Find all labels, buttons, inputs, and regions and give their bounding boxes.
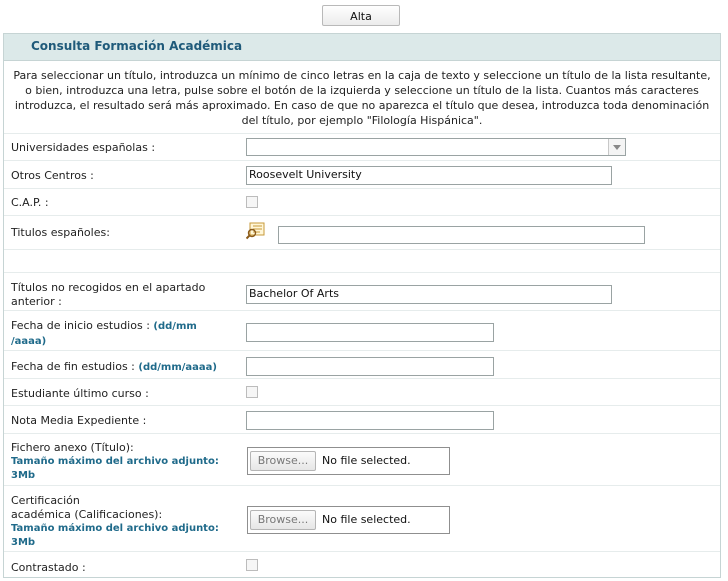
nota-media-input[interactable] [246, 411, 494, 430]
nota-media-label: Nota Media Expediente : [11, 414, 147, 427]
browse-button[interactable]: Browse... [250, 451, 316, 471]
contrastado-checkbox[interactable] [246, 559, 258, 571]
ultimo-curso-label: Estudiante último curso : [11, 387, 149, 400]
universidades-select[interactable] [246, 138, 626, 156]
fecha-inicio-input[interactable] [246, 323, 494, 342]
row-certificacion: Certificación académica (Calificaciones)… [4, 485, 720, 551]
row-fecha-inicio: Fecha de inicio estudios : (dd/mm /aaaa) [4, 310, 720, 350]
formacion-panel: Consulta Formación Académica Para selecc… [3, 33, 721, 578]
panel-title: Consulta Formación Académica [31, 39, 243, 53]
intro-text: Para seleccionar un título, introduzca u… [13, 69, 711, 127]
row-titulos-no-recogidos: Títulos no recogidos en el apartado ante… [4, 272, 720, 310]
row-ultimo-curso: Estudiante último curso : [4, 378, 720, 405]
chevron-down-icon[interactable] [608, 139, 625, 155]
search-list-icon[interactable] [245, 222, 266, 240]
row-titulos-espanoles: Titulos españoles: [4, 215, 720, 249]
cap-checkbox[interactable] [246, 196, 258, 208]
row-fecha-fin: Fecha de fin estudios : (dd/mm/aaaa) [4, 350, 720, 378]
row-nota-media: Nota Media Expediente : [4, 405, 720, 433]
fichero-titulo-label: Fichero anexo (Título): Tamaño máximo de… [11, 441, 219, 481]
titulos-espanoles-input[interactable] [278, 226, 645, 244]
ultimo-curso-checkbox[interactable] [246, 386, 258, 398]
file-status: No file selected. [322, 454, 411, 467]
otros-centros-label: Otros Centros : [11, 169, 94, 182]
file-status: No file selected. [322, 513, 411, 526]
fichero-titulo-file-input[interactable]: Browse... No file selected. [247, 447, 450, 475]
browse-button[interactable]: Browse... [250, 510, 316, 530]
otros-centros-input[interactable]: Roosevelt University [246, 166, 612, 185]
universidades-label: Universidades españolas : [11, 141, 156, 154]
row-contrastado: Contrastado : [4, 551, 720, 577]
top-toolbar: Alta [0, 0, 728, 32]
fecha-fin-input[interactable] [246, 357, 494, 376]
titulos-espanoles-label: Titulos españoles: [11, 226, 110, 239]
row-spacer [4, 249, 720, 272]
fecha-fin-label: Fecha de fin estudios : (dd/mm/aaaa) [11, 360, 217, 373]
contrastado-label: Contrastado : [11, 561, 86, 574]
certificacion-file-input[interactable]: Browse... No file selected. [247, 506, 450, 534]
alta-button[interactable]: Alta [322, 5, 400, 26]
row-universidades: Universidades españolas : [4, 133, 720, 160]
row-otros-centros: Otros Centros : Roosevelt University [4, 160, 720, 188]
row-fichero-titulo: Fichero anexo (Título): Tamaño máximo de… [4, 433, 720, 485]
row-cap: C.A.P. : [4, 188, 720, 215]
titulos-no-recogidos-input[interactable]: Bachelor Of Arts [246, 285, 612, 304]
fecha-inicio-label: Fecha de inicio estudios : (dd/mm /aaaa) [11, 319, 197, 347]
certificacion-label: Certificación académica (Calificaciones)… [11, 494, 219, 548]
cap-label: C.A.P. : [11, 196, 49, 209]
panel-header: Consulta Formación Académica [4, 34, 720, 61]
titulos-no-recogidos-label: Títulos no recogidos en el apartado ante… [11, 281, 206, 308]
